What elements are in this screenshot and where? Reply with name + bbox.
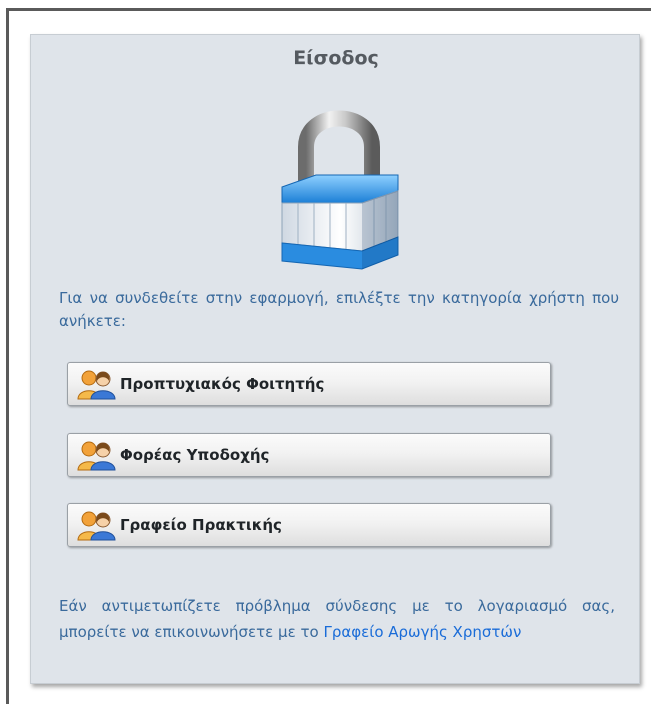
internship-office-button[interactable]: Γραφείο Πρακτικής [67, 503, 551, 547]
login-title: Είσοδος [293, 47, 379, 69]
host-organization-label: Φορέας Υποδοχής [120, 446, 270, 464]
internship-office-label: Γραφείο Πρακτικής [120, 516, 282, 534]
users-icon [77, 441, 116, 471]
users-icon [77, 370, 116, 400]
login-panel: Είσοδος Για να συνδεθείτε στην εφαρμογή,… [30, 34, 640, 684]
help-text: Εάν αντιμετωπίζετε πρόβλημα σύνδεσης με … [59, 593, 615, 645]
helpdesk-link[interactable]: Γραφείο Αρωγής Χρηστών [323, 623, 521, 641]
padlock-icon [281, 110, 399, 270]
users-icon [77, 511, 116, 541]
undergraduate-student-label: Προπτυχιακός Φοιτητής [120, 375, 325, 393]
host-organization-button[interactable]: Φορέας Υποδοχής [67, 433, 551, 477]
undergraduate-student-button[interactable]: Προπτυχιακός Φοιτητής [67, 362, 551, 406]
page-frame: Είσοδος Για να συνδεθείτε στην εφαρμογή,… [0, 0, 653, 704]
intro-text: Για να συνδεθείτε στην εφαρμογή, επιλέξτ… [59, 289, 619, 330]
